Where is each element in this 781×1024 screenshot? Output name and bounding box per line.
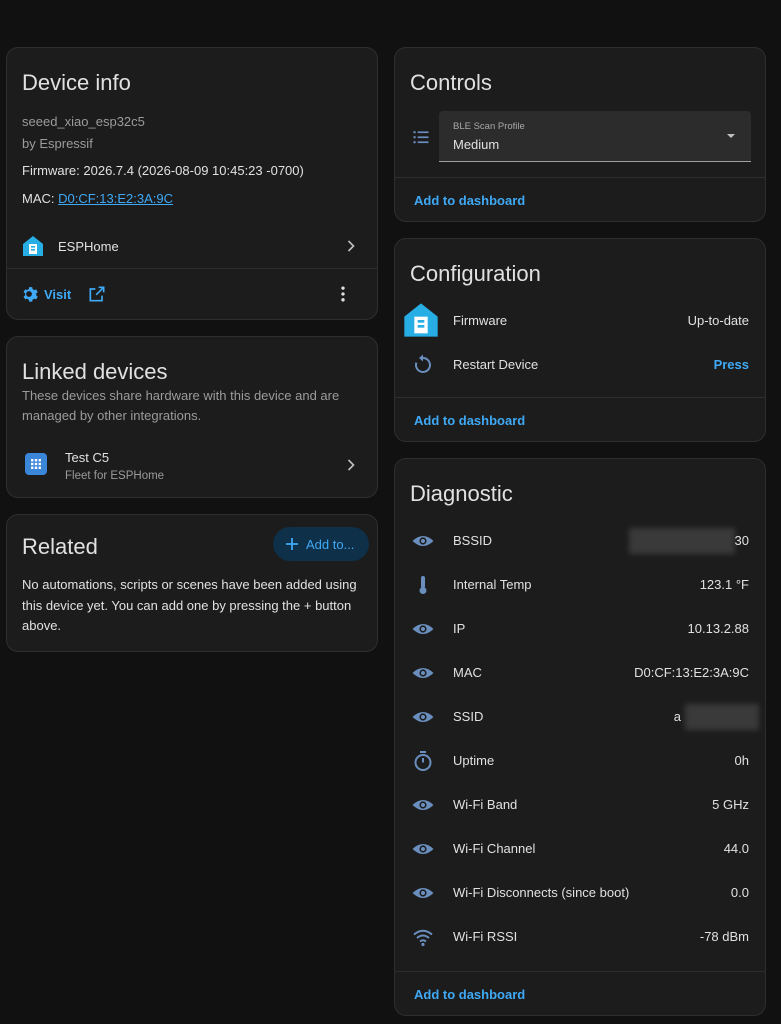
row-label: Wi-Fi Disconnects (since boot)	[453, 885, 630, 900]
gear-icon	[19, 284, 39, 304]
restart-device-row: Restart Device Press	[395, 343, 765, 387]
controls-card: Controls BLE Scan Profile Medium Add to …	[394, 47, 766, 222]
diagnostic-row-ip[interactable]: IP 10.13.2.88	[395, 607, 765, 651]
integration-row[interactable]: ESPHome	[7, 224, 377, 268]
row-label: BSSID	[453, 533, 493, 548]
mac-link[interactable]: D0:CF:13:E2:3A:9C	[58, 191, 173, 206]
device-info-card: Device info seeed_xiao_esp32c5 by Espres…	[6, 47, 378, 320]
list-item[interactable]: Test C5 Fleet for ESPHome	[7, 441, 377, 487]
diagnostic-row-uptime[interactable]: Uptime 0h	[395, 739, 765, 783]
divider	[395, 397, 765, 398]
card-title: Linked devices	[22, 359, 168, 384]
format-list-icon	[411, 127, 431, 147]
linked-device-name: Test C5	[65, 450, 110, 465]
eye-icon	[411, 529, 435, 553]
firmware-info: Firmware: 2026.7.4 (2026-08-09 10:45:23 …	[22, 163, 304, 178]
redacted-value	[685, 704, 759, 730]
device-model: seeed_xiao_esp32c5	[22, 114, 145, 129]
linked-devices-description: These devices share hardware with this d…	[22, 388, 340, 423]
fleet-app-icon	[25, 453, 47, 475]
device-manufacturer: by Espressif	[22, 136, 93, 151]
add-to-dashboard-button[interactable]: Add to dashboard	[414, 987, 525, 1002]
row-value: 44.0	[723, 841, 749, 856]
row-value: 123.1 °F	[699, 577, 749, 592]
ble-scan-profile-select[interactable]: BLE Scan Profile Medium	[439, 111, 751, 162]
timer-icon	[411, 749, 435, 773]
restart-icon	[411, 353, 435, 377]
esphome-logo-icon	[21, 234, 45, 258]
add-to-dashboard-button[interactable]: Add to dashboard	[414, 413, 525, 428]
visit-label: Visit	[44, 287, 72, 302]
diagnostic-row-wifi-rssi[interactable]: Wi-Fi RSSI -78 dBm	[395, 915, 765, 959]
diagnostic-row-wifi-disconnects[interactable]: Wi-Fi Disconnects (since boot) 0.0	[395, 871, 765, 915]
diagnostic-row-wifi-band[interactable]: Wi-Fi Band 5 GHz	[395, 783, 765, 827]
row-label: Internal Temp	[453, 577, 532, 592]
press-button[interactable]: Press	[714, 357, 749, 372]
row-value: D0:CF:13:E2:3A:9C	[634, 665, 749, 680]
card-title: Diagnostic	[410, 481, 513, 506]
row-label: Wi-Fi Band	[453, 797, 518, 812]
thermometer-icon	[411, 573, 435, 597]
row-label: Firmware	[453, 313, 508, 328]
eye-icon	[411, 793, 435, 817]
integration-name: ESPHome	[58, 239, 119, 254]
linked-devices-card: Linked devices These devices share hardw…	[6, 336, 378, 498]
diagnostic-row-wifi-channel[interactable]: Wi-Fi Channel 44.0	[395, 827, 765, 871]
chevron-right-icon	[341, 236, 361, 256]
diagnostic-row-mac[interactable]: MAC D0:CF:13:E2:3A:9C	[395, 651, 765, 695]
wifi-icon	[411, 925, 435, 949]
related-message: No automations, scripts or scenes have b…	[22, 577, 357, 633]
eye-icon	[411, 881, 435, 905]
open-in-new-icon	[87, 284, 107, 304]
mac-info: MAC: D0:CF:13:E2:3A:9C	[22, 191, 173, 206]
row-label: Restart Device	[453, 357, 539, 372]
eye-icon	[411, 705, 435, 729]
row-label: SSID	[453, 709, 484, 724]
add-to-dashboard-button[interactable]: Add to dashboard	[414, 193, 525, 208]
redacted-value	[629, 528, 735, 554]
row-value: a	[673, 709, 681, 724]
row-label: Uptime	[453, 753, 495, 768]
linked-device-subtitle: Fleet for ESPHome	[65, 470, 165, 482]
diagnostic-card: Diagnostic BSSID 30 Internal Temp 123.1 …	[394, 458, 766, 1016]
row-label: Wi-Fi RSSI	[453, 929, 518, 944]
add-to-label: Add to...	[306, 537, 355, 552]
related-card: Related Add to... No automations, script…	[6, 514, 378, 652]
add-to-button[interactable]: Add to...	[273, 527, 369, 561]
divider	[7, 268, 377, 269]
divider	[395, 971, 765, 972]
select-value: Medium	[453, 137, 500, 152]
row-label: Wi-Fi Channel	[453, 841, 536, 856]
row-value: 0h	[734, 753, 749, 768]
esphome-logo-icon	[401, 300, 441, 340]
more-options-icon[interactable]	[333, 284, 353, 304]
row-label: MAC	[453, 665, 482, 680]
row-value: 10.13.2.88	[687, 621, 749, 636]
eye-icon	[411, 661, 435, 685]
row-value: 5 GHz	[712, 797, 749, 812]
diagnostic-row-ssid[interactable]: SSID a	[395, 695, 765, 739]
configuration-card: Configuration Firmware Up-to-date Restar…	[394, 238, 766, 442]
card-title: Device info	[22, 70, 131, 95]
diagnostic-row-internal-temp[interactable]: Internal Temp 123.1 °F	[395, 563, 765, 607]
card-title: Controls	[410, 70, 492, 95]
row-value: 0.0	[730, 885, 749, 900]
row-value: -78 dBm	[699, 929, 749, 944]
card-title: Configuration	[410, 261, 541, 286]
diagnostic-row-bssid[interactable]: BSSID 30	[395, 519, 765, 563]
row-value: 30	[734, 533, 749, 548]
chevron-right-icon	[341, 455, 361, 475]
row-value: Up-to-date	[687, 313, 749, 328]
divider	[395, 177, 765, 178]
plus-icon	[283, 535, 301, 553]
card-title: Related	[22, 534, 98, 559]
firmware-row[interactable]: Firmware Up-to-date	[395, 299, 765, 343]
mac-label: MAC:	[22, 191, 59, 206]
row-label: IP	[453, 621, 466, 636]
select-label: BLE Scan Profile	[453, 121, 525, 132]
dropdown-arrow-icon	[725, 130, 737, 142]
eye-icon	[411, 837, 435, 861]
eye-icon	[411, 617, 435, 641]
